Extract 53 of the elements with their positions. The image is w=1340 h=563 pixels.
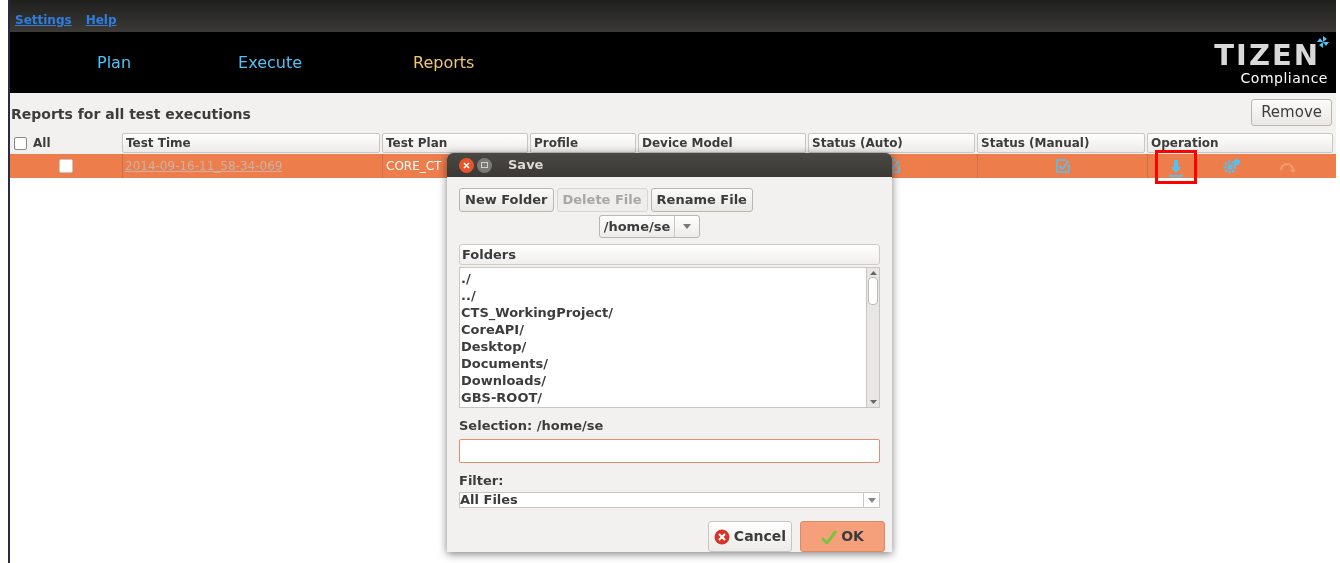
cancel-icon — [713, 528, 730, 545]
logo-title: TIZEN — [1214, 39, 1320, 70]
folder-item[interactable]: CoreAPI/ — [461, 321, 866, 338]
folders-header[interactable]: Folders — [459, 244, 880, 265]
nav-tab[interactable]: Execute — [238, 50, 303, 75]
column-header[interactable]: Device Model — [638, 133, 806, 153]
cancel-button[interactable]: Cancel — [708, 521, 792, 552]
column-header[interactable]: Operation — [1147, 133, 1333, 153]
column-header[interactable]: Test Plan — [382, 133, 528, 153]
column-header[interactable]: Profile — [530, 133, 636, 153]
table-cell-text: CORE_CT — [386, 158, 442, 175]
filename-input[interactable] — [459, 438, 880, 463]
filter-dropdown[interactable]: All Files — [459, 492, 880, 508]
gears-icon[interactable] — [1222, 158, 1241, 174]
checkmark-icon — [821, 529, 838, 544]
maximize-button[interactable] — [477, 157, 492, 173]
select-all-label: All — [33, 135, 51, 152]
folder-item[interactable]: ./ — [461, 270, 866, 287]
dropdown-arrow-icon — [867, 497, 876, 503]
scrollbar[interactable] — [867, 267, 880, 408]
reports-title: Reports for all test executions — [10, 104, 251, 124]
logo-subtitle: Compliance — [1240, 69, 1328, 86]
nav-tab[interactable]: Plan — [97, 50, 132, 75]
dialog-title: Save — [508, 156, 544, 175]
folder-item[interactable]: GBS-ROOT/ — [461, 389, 866, 406]
row-checkbox[interactable] — [59, 159, 73, 173]
folder-item[interactable]: Documents/ — [461, 355, 866, 372]
scroll-thumb[interactable] — [868, 277, 878, 305]
scroll-up-icon[interactable] — [869, 271, 877, 275]
close-icon — [463, 161, 470, 169]
column-header[interactable]: Test Time — [122, 133, 380, 153]
ok-button[interactable]: OK — [800, 521, 885, 552]
pinwheel-icon — [1316, 34, 1330, 49]
folder-item[interactable]: ../ — [461, 287, 866, 304]
column-header[interactable]: Status (Auto) — [808, 133, 975, 153]
folder-item[interactable]: CTS_WorkingProject/ — [461, 304, 866, 321]
dropdown-arrow-icon — [683, 224, 692, 229]
close-button[interactable] — [459, 157, 474, 173]
checkbox-tick-icon — [1055, 159, 1070, 173]
column-header[interactable]: Status (Manual) — [977, 133, 1145, 153]
selection-label: Selection: /home/se — [459, 417, 605, 435]
maximize-icon — [481, 162, 488, 168]
remove-button[interactable]: Remove — [1251, 99, 1332, 126]
toolbar-button[interactable]: Rename File — [650, 188, 753, 212]
select-all-checkbox[interactable] — [14, 136, 27, 150]
nav-tab[interactable]: Reports — [413, 50, 475, 75]
download-icon[interactable] — [1167, 159, 1184, 177]
path-dropdown[interactable]: /home/se — [598, 215, 701, 238]
folder-item[interactable]: Downloads/ — [461, 372, 866, 389]
toolbar-button[interactable]: New Folder — [459, 188, 554, 212]
folder-item[interactable]: Desktop/ — [461, 338, 866, 355]
scroll-down-icon[interactable] — [869, 400, 877, 404]
filter-label: Filter: — [459, 471, 505, 490]
